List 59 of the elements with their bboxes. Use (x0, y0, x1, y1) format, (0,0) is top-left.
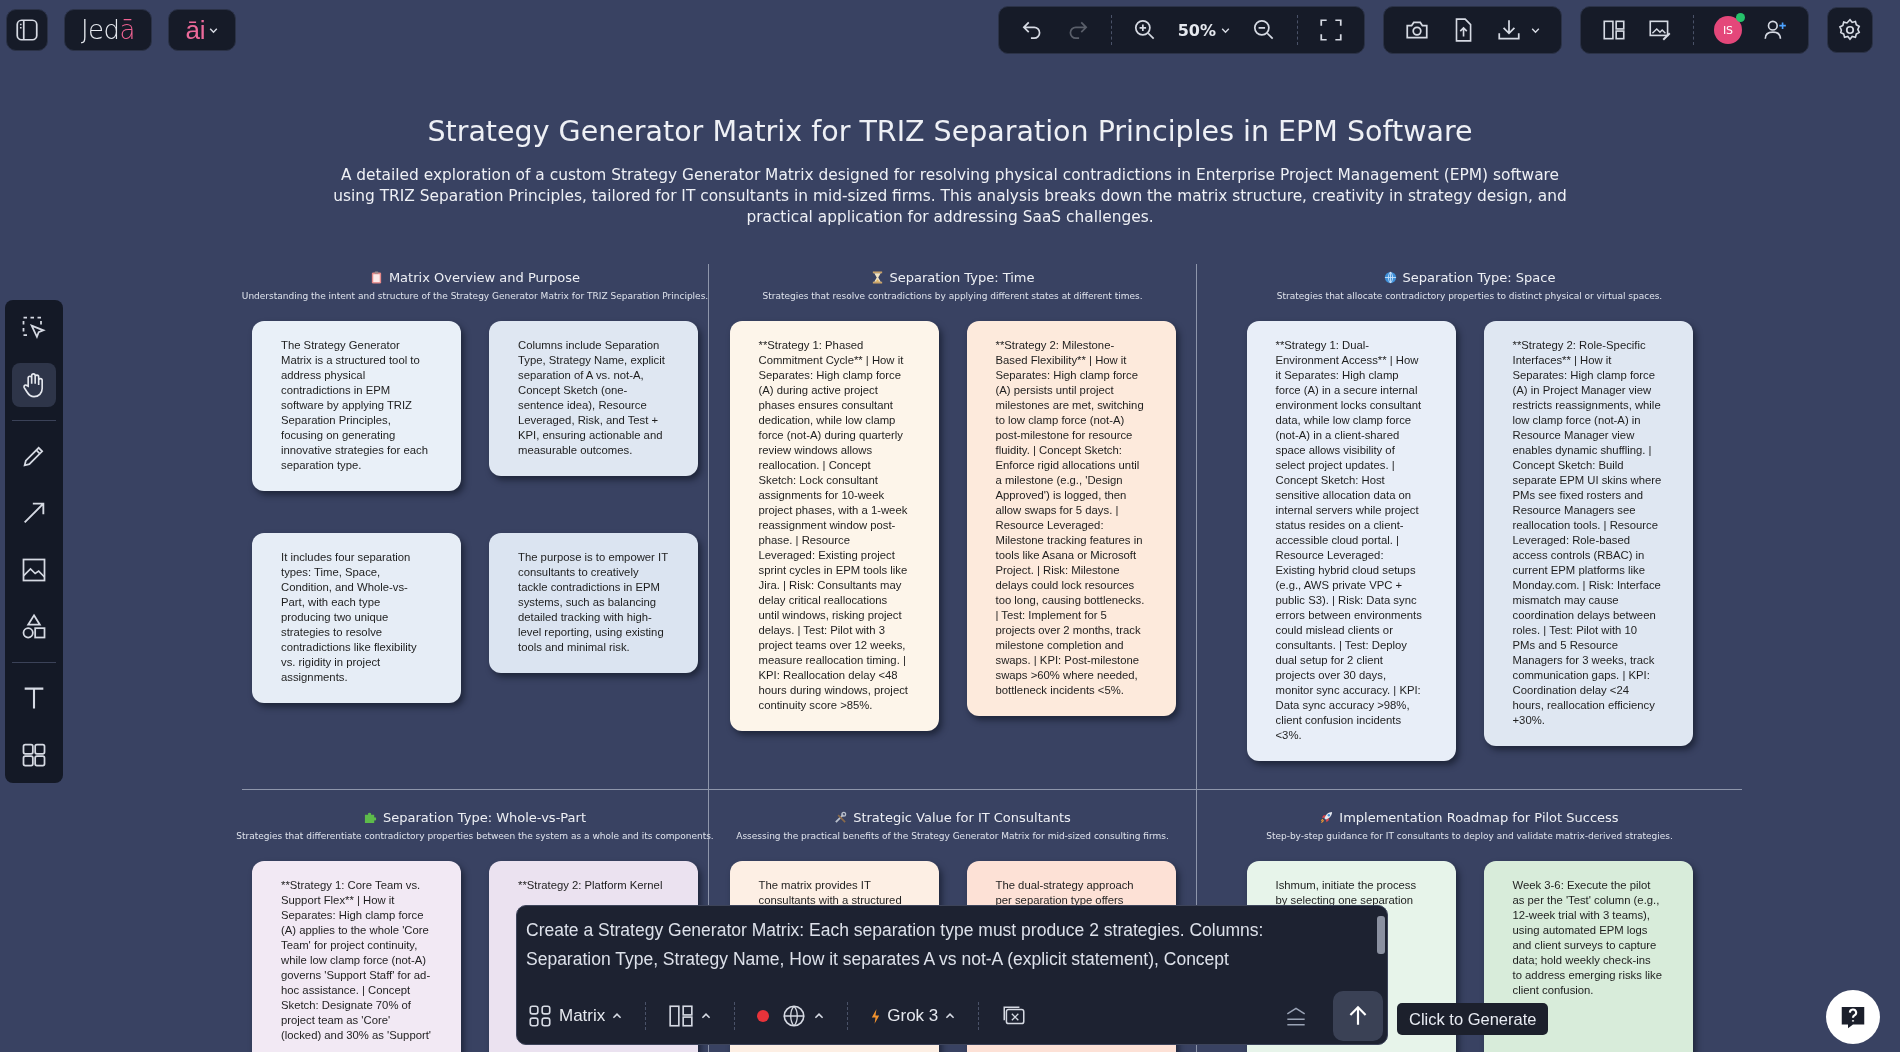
card-text: **Strategy 2: Platform Kernel (518, 878, 664, 893)
section-subtitle: Strategies that differentiate contradictory properties between the system as a whole and its components. (236, 831, 714, 841)
zoom-level-dropdown[interactable]: 50% (1177, 20, 1231, 40)
model-picker-button[interactable]: Grok 3 (870, 1006, 957, 1026)
section-subtitle: Understanding the intent and structure of the Strategy Generator Matrix for TRIZ Separation Principles. (241, 291, 709, 301)
section-subtitle: Strategies that allocate contradictory properties to distinct physical or virtual spaces. (1276, 291, 1663, 301)
layout-icon (668, 1003, 695, 1029)
card-text: It includes four separation types: Time, Space, Condition, and Whole-vs-Part, with each type producing two unique strategies to resolve contradictions like flexibility vs. rigidity in project assignments. (281, 550, 418, 685)
card-text: **Strategy 1: Core Team vs. Support Flex** | How it Separates: High clamp force (A) applies to the whole 'Core Team' for project continuity, while low clamp force (not-A) governs 'Support Staff' for ad-hoc assistance. | Concept Sketch: Designate 70% of project team as 'Core' (locked) and 30% as 'Support' (281, 878, 431, 1043)
tooltip: Click to Generate (1397, 1003, 1549, 1035)
image-icon (20, 556, 48, 584)
shapes-icon (20, 613, 48, 641)
section-subtitle: Assessing the practical benefits of the Strategy Generator Matrix for mid-sized consulting firms. (736, 831, 1169, 841)
card-text: The dual-strategy approach per separation type offers (995, 878, 1135, 908)
sidebar-icon (14, 17, 40, 43)
card-text: The purpose is to empower IT consultants to creatively tackle contradictions in EPM systems, such as balancing detailed tracking with high-level reporting, using existing tools and minimal risk. (518, 550, 668, 655)
sidebar-toggle-button[interactable] (6, 9, 48, 51)
download-icon[interactable] (1496, 17, 1522, 43)
clipboard-icon (369, 271, 383, 284)
section-title: Separation Type: Space (1402, 270, 1556, 285)
ai-menu-button[interactable]: āi (168, 9, 236, 51)
matrix-mode-button[interactable]: Matrix (527, 1003, 624, 1029)
card-text: **Strategy 1: Phased Commitment Cycle** | How it Separates: High clamp force (A) during active project phases ensures consultant dedication, while low clamp force (not-A) during quarterly review windows allows reallocation. | Concept Sketch: Lock consultant assignments for 10-week project phases, with a 1-week reassignment window post-phase. | Resource Leveraged: Existing project sprint cycles in EPM tools like Jira. | Risk: Consultants may delay critical reallocations until windows, risking project delays. | Test: Pilot with 3 project teams over 12 weeks, measure reallocation timing. | KPI: Reallocation delay <48 hours during windows, project continuity score >85%. (758, 338, 909, 713)
page-description: A detailed exploration of a custom Strategy Generator Matrix designed for resolving physical contradictions in Enterprise Project Management (EPM) software using TRIZ Separation Principles, tailored for IT consultants in mid-sized firms. This analysis breaks down the matrix structure, creativity in strategy design, and practical application for addressing SaaS challenges. (332, 165, 1568, 228)
section-subtitle: Step-by-step guidance for IT consultants to deploy and validate matrix-derived strategies. (1266, 831, 1673, 841)
section-title: Separation Type: Whole-vs-Part (383, 810, 586, 825)
web-search-button[interactable] (781, 1003, 826, 1029)
tools-icon (834, 811, 848, 824)
grid-icon (20, 741, 48, 769)
layout-picker-button[interactable] (668, 1003, 713, 1029)
puzzle-icon (364, 811, 377, 824)
section-title: Separation Type: Time (889, 270, 1035, 285)
section-title: Implementation Roadmap for Pilot Success (1339, 810, 1619, 825)
settings-button[interactable] (1827, 7, 1873, 53)
card-text: **Strategy 2: Milestone-Based Flexibility** | How it Separates: High clamp force (A) persists until project milestones are met, switching to low clamp force (not-A) post-milestone for resource fluidity. | Concept Sketch: Enforce rigid allocations until a milestone (e.g., 'Design Approved') is logged, then allow swaps for 5 days. | Resource Leveraged: Milestone tracking features in tools like Asana or Microsoft Project. | Risk: Milestone delays could lock resources too long, causing bottlenecks. | Test: Implement for 5 projects over 2 months, track milestone completion and swaps. | KPI: Post-milestone swaps >60% where needed, bottleneck incidents <5%. (995, 338, 1146, 698)
page-title: Strategy Generator Matrix for TRIZ Separation Principles in EPM Software (426, 115, 1474, 148)
scrollbar[interactable] (1377, 916, 1385, 954)
help-button[interactable] (1826, 990, 1880, 1044)
rocket-icon (1320, 811, 1334, 824)
globe-icon (1383, 271, 1397, 284)
grid-icon (527, 1003, 553, 1029)
card-text: Week 3-6: Execute the pilot as per the 'Test' column (e.g., 12-week trial with 3 teams), using automated EPM logs and client surveys to capture data; hold weekly check-ins to address emerging risks like client confusion. (1512, 878, 1663, 998)
card-text: The matrix provides IT consultants with a structured (758, 878, 903, 908)
card-text: Columns include Separation Type, Strategy Name, explicit separation of A vs. not-A, Concept Sketch (one-sentence idea), Resource Leveraged, Risk, and Test + KPI, ensuring actionable and measurable outcomes. (518, 338, 666, 458)
section-subtitle: Strategies that resolve contradictions by applying different states at different times. (762, 291, 1143, 301)
card-text: **Strategy 1: Dual-Environment Access** | How it Separates: High clamp force (A) in a secure internal environment locks consultant data, while low clamp force (not-A) in a client-shared space allows visibility of select project updates. | Concept Sketch: Host sensitive allocation data on internal servers while project status resides on a client-accessible cloud portal. | Resource Leveraged: Existing hybrid cloud setups (e.g., AWS private VPC + public S3). | Risk: Data sync errors between environments could mislead clients or consultants. | Test: Deploy dual setup for 2 client projects over 30 days, monitor sync accuracy. | KPI: Data sync accuracy >98%, client confusion incidents <3%. (1275, 338, 1423, 743)
card-text: **Strategy 2: Role-Specific Interfaces** | How it Separates: High clamp force (A) in Project Manager view restricts reassignments, while low clamp force (not-A) in Resource Manager view enables dynamic shuffling. | Concept Sketch: Build separate EPM UI skins where PMs see fixed rosters and Resource Managers see reallocation tools. | Resource Leveraged: Role-based access controls (RBAC) in current EPM platforms like Monday.com. | Risk: Interface mismatch may cause coordination delays between roles. | Test: Pilot with 10 PMs and 5 Resource Managers for 3 weeks, track communication gaps. | KPI: Coordination delay <24 hours, reallocation efficiency +30%. (1512, 338, 1663, 728)
user-avatar[interactable]: IS (1714, 16, 1742, 44)
prompt-input[interactable]: Create a Strategy Generator Matrix: Each separation type must produce 2 strategies. Columns: Separation Type, Strategy Name, How it separates A vs not-A (explicit statement), Concept (517, 906, 1387, 978)
settings-icon (1837, 17, 1863, 43)
section-title: Matrix Overview and Purpose (388, 270, 581, 285)
send-button[interactable] (1333, 991, 1383, 1041)
logo-button[interactable]: Jedā (64, 9, 152, 51)
hand-tool-button[interactable] (12, 363, 56, 407)
section-title: Strategic Value for IT Consultants (853, 810, 1071, 825)
hourglass-icon (870, 271, 884, 284)
fullscreen-icon[interactable] (1318, 17, 1344, 43)
card-text: The Strategy Generator Matrix is a structured tool to address physical contradictions in EPM software by applying TRIZ Separation Principles, focusing on generating innovative strategies for each separation type. (281, 338, 429, 473)
globe-icon (781, 1003, 808, 1029)
